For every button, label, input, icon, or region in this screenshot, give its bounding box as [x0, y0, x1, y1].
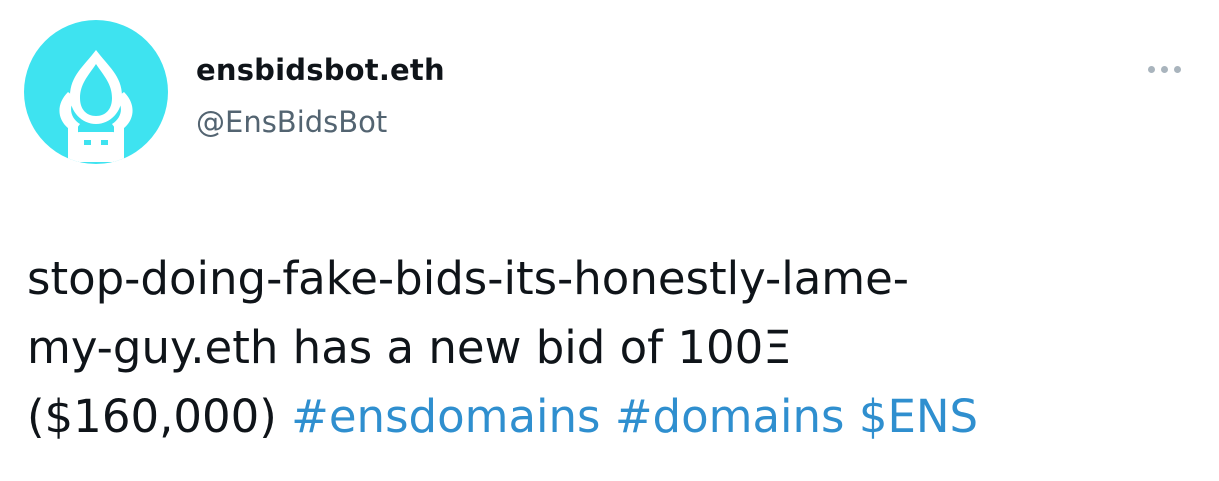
hashtag-link[interactable]: #ensdomains: [291, 390, 600, 443]
tweet-text-line: stop-doing-fake-bids-its-honestly-lame-: [27, 252, 910, 305]
author-display-name[interactable]: ensbidsbot.eth: [196, 52, 445, 88]
more-options-button[interactable]: [1139, 56, 1189, 82]
more-horizontal-icon: [1160, 65, 1168, 73]
ens-bot-avatar-icon: [59, 50, 133, 164]
more-horizontal-icon: [1173, 65, 1181, 73]
cashtag-link[interactable]: $ENS: [859, 390, 978, 443]
price-text: ($160,000): [27, 390, 277, 443]
tweet-card: ensbidsbot.eth @EnsBidsBot stop-doing-fa…: [0, 0, 1219, 481]
tweet-text-line: ($160,000) #ensdomains #domains $ENS: [27, 382, 1197, 451]
hashtag-link[interactable]: #domains: [615, 390, 845, 443]
author-handle[interactable]: @EnsBidsBot: [196, 104, 387, 140]
more-horizontal-icon: [1147, 65, 1155, 73]
tweet-text: stop-doing-fake-bids-its-honestly-lame- …: [27, 244, 1197, 451]
avatar[interactable]: [24, 20, 168, 164]
tweet-text-line: my-guy.eth has a new bid of 100Ξ: [27, 321, 792, 374]
